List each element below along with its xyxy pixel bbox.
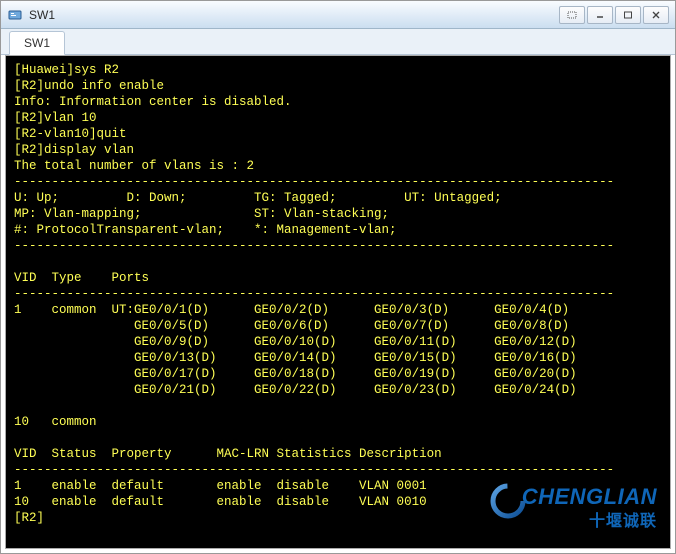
app-icon — [7, 7, 23, 23]
window-buttons — [559, 6, 669, 24]
terminal-frame: [Huawei]sys R2 [R2]undo info enable Info… — [5, 55, 671, 549]
window-title: SW1 — [29, 8, 559, 22]
titlebar: SW1 — [1, 1, 675, 29]
restore-button[interactable] — [559, 6, 585, 24]
tab-sw1[interactable]: SW1 — [9, 31, 65, 55]
maximize-button[interactable] — [615, 6, 641, 24]
tabstrip: SW1 — [1, 29, 675, 55]
minimize-button[interactable] — [587, 6, 613, 24]
close-button[interactable] — [643, 6, 669, 24]
terminal-output[interactable]: [Huawei]sys R2 [R2]undo info enable Info… — [6, 56, 670, 548]
